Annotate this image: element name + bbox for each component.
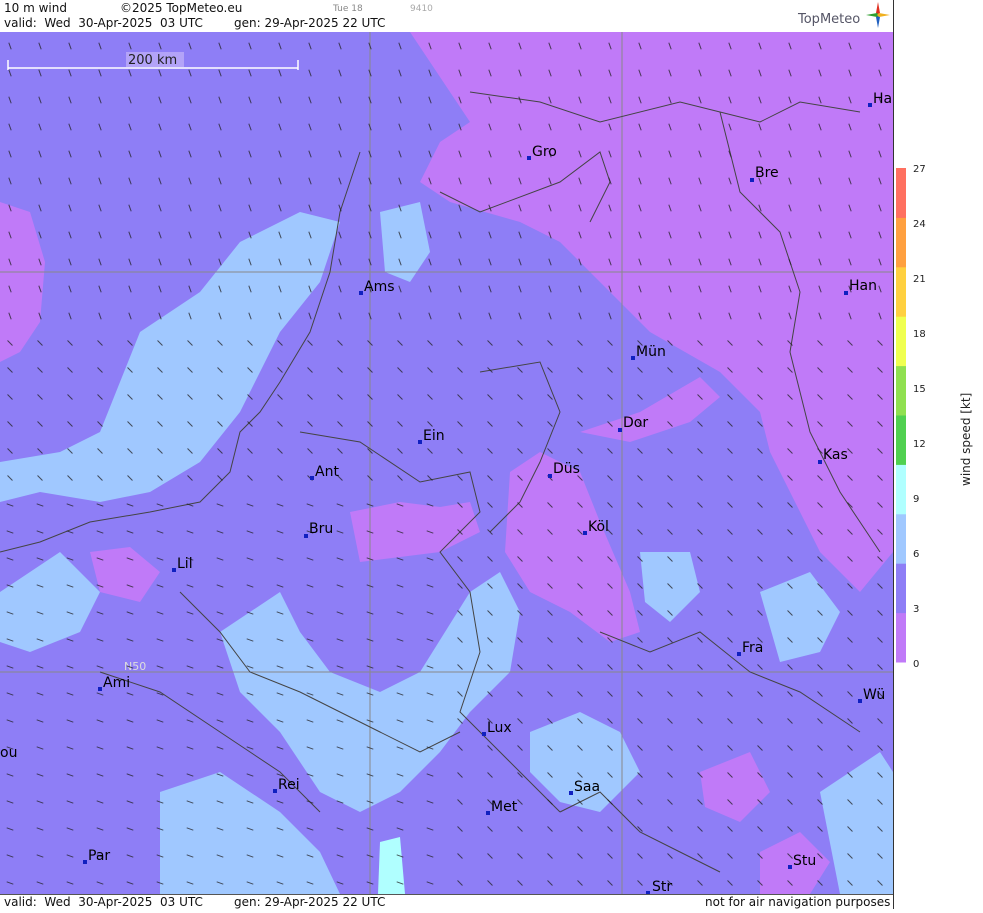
city-marker [844,291,848,295]
wind-map: 200 km N50 Ha Gro Bre Ams Han Mün Ein Do… [0,32,893,895]
legend-color-step [896,168,906,218]
legend-tick: 21 [913,274,926,285]
legend-color-step [896,415,906,465]
legend-color-step [896,266,906,317]
city-marker [618,428,622,432]
city-marker [583,531,587,535]
city-marker [273,789,277,793]
city-marker [486,811,490,815]
legend-tick: 12 [913,439,926,450]
city-label: Mün [636,344,666,360]
legend-tick: 6 [913,549,919,560]
generated-time: gen: 29-Apr-2025 22 UTC [234,16,386,30]
city-marker [858,699,862,703]
legend-color-step [896,513,906,564]
topmeteo-logo: TopMeteo [798,12,861,27]
legend-color-step [896,563,906,614]
city-marker [172,568,176,572]
legend-tick: 24 [913,219,926,230]
city-label: Saa [574,779,600,795]
city-marker [750,178,754,182]
city-label: Ha [873,91,892,107]
city-label: Ami [103,675,130,691]
city-marker [83,860,87,864]
city-marker [548,474,552,478]
legend-title: wind speed [kt] [959,393,973,486]
legend-tick: 27 [913,164,926,175]
city-label: Str [652,879,672,894]
copyright-text: ©2025 TopMeteo.eu [120,1,243,15]
city-label: Lux [487,720,512,736]
city-marker [569,791,573,795]
city-label: Wü [863,687,885,703]
city-marker [737,652,741,656]
legend-color-step [896,464,906,515]
city-label: Ams [364,279,395,295]
wind-map-svg: 200 km N50 Ha Gro Bre Ams Han Mün Ein Do… [0,32,893,895]
legend-ticks: 27 24 21 18 15 12 9 6 3 0 [913,164,926,670]
city-label: Met [491,799,518,815]
disclaimer-text: not for air navigation purposes [705,895,891,909]
city-marker [98,687,102,691]
city-label: Rei [278,777,300,793]
city-label: Kas [823,447,848,463]
footer-generated-time: gen: 29-Apr-2025 22 UTC [234,895,386,909]
city-label: ou [0,745,17,761]
city-label: Stu [793,853,816,869]
legend-colorbar [896,168,906,663]
footer-valid-time: valid: Wed 30-Apr-2025 03 UTC [4,895,203,909]
city-marker [868,103,872,107]
code-text: 9410 [410,4,433,14]
legend-color-step [896,365,906,416]
city-marker [359,291,363,295]
compass-logo-icon [866,2,890,28]
legend-tick: 9 [913,494,919,505]
city-label: Köl [588,519,609,535]
legend-tick: 0 [913,659,919,670]
header-bar: 10 m wind ©2025 TopMeteo.eu Tue 18 9410 … [0,0,893,32]
city-marker [304,534,308,538]
footer-bar: valid: Wed 30-Apr-2025 03 UTC gen: 29-Ap… [0,894,893,910]
city-label: Dor [623,415,648,431]
city-marker [482,732,486,736]
legend-color-step [896,217,906,268]
legend-color-step [896,316,906,367]
city-marker [818,460,822,464]
legend-tick: 3 [913,604,919,615]
legend-svg: 27 24 21 18 15 12 9 6 3 0 wind speed [kt… [896,164,973,670]
city-label: Par [88,848,110,864]
city-marker [310,476,314,480]
city-marker [631,356,635,360]
legend-color-step [896,612,906,663]
city-label: Düs [553,461,580,477]
city-label: Ant [315,464,339,480]
product-name: 10 m wind [4,1,67,15]
city-label: Bre [755,165,779,181]
city-marker [418,440,422,444]
legend-tick: 18 [913,329,926,340]
city-label: Han [849,278,877,294]
valid-time: valid: Wed 30-Apr-2025 03 UTC [4,16,203,30]
city-label: Ein [423,428,445,444]
day-hour-text: Tue 18 [333,4,363,14]
city-label: Gro [532,144,557,160]
city-label: Fra [742,640,763,656]
city-label: Bru [309,521,333,537]
legend-tick: 15 [913,384,926,395]
city-label: Lil [177,556,193,572]
scale-label: 200 km [128,53,177,68]
wind-speed-legend: 27 24 21 18 15 12 9 6 3 0 wind speed [kt… [893,0,983,909]
city-marker [788,865,792,869]
city-marker [527,156,531,160]
